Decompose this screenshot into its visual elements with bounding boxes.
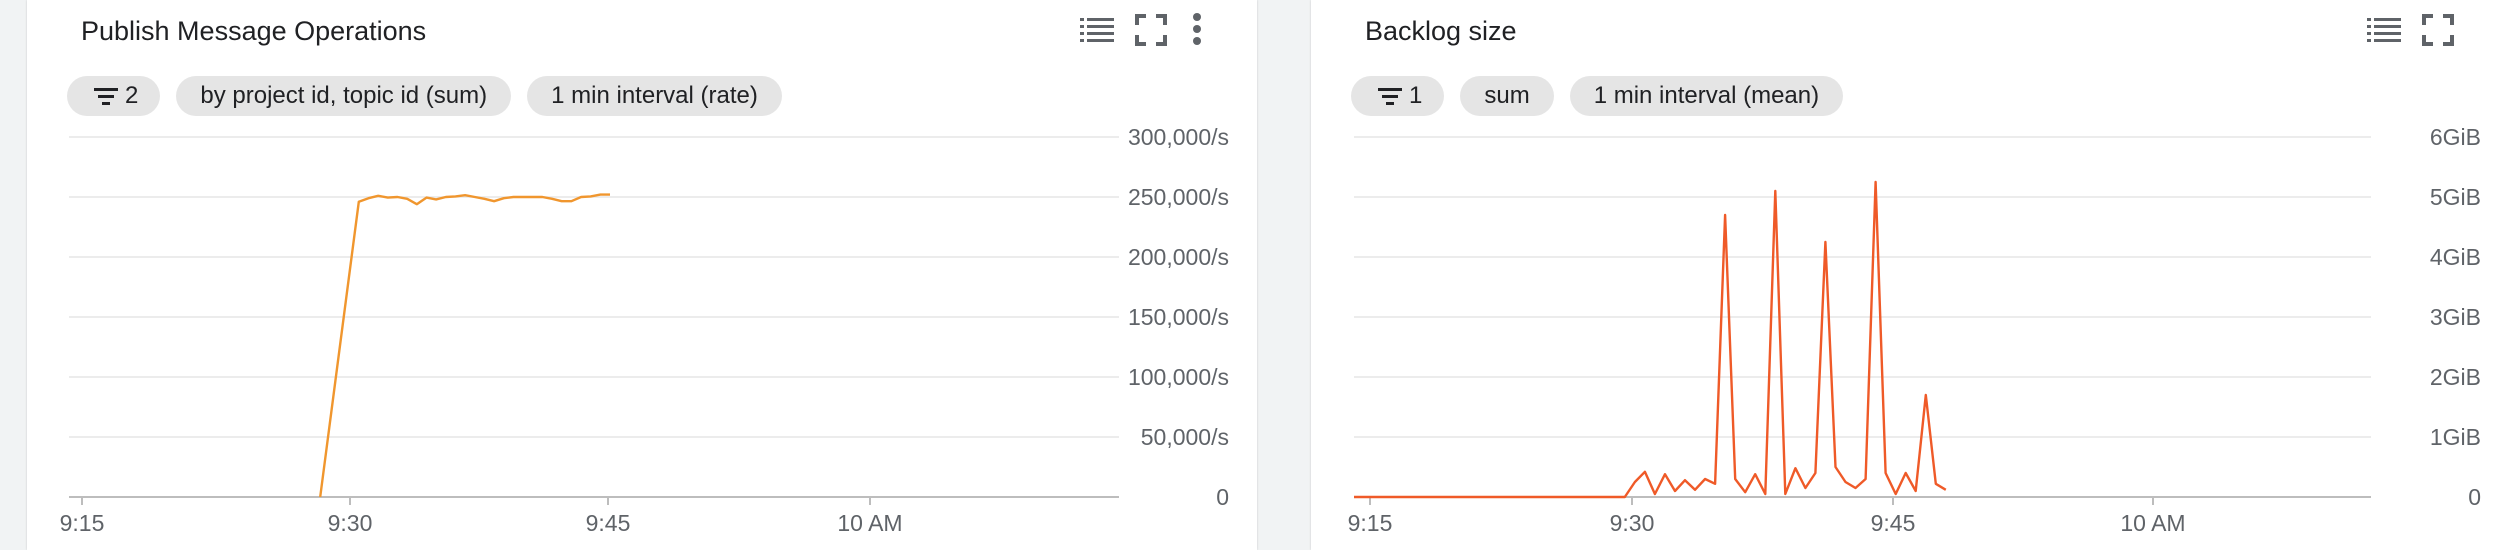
series-line	[1354, 180, 1947, 499]
y-tick-label: 6GiB	[2430, 124, 2481, 150]
chart-plot-area: 0 1GiB 2GiB 3GiB 4GiB 5GiB 6GiB 9:15 9:30 9:45 10 …	[1348, 124, 2481, 536]
chart-card-backlog-size: Backlog size 1 sum 1 min interval (mean)…	[1311, 0, 2508, 550]
y-tick-label: 5GiB	[2430, 184, 2481, 210]
x-tick-label: 9:15	[1348, 510, 1393, 536]
x-tick-label: 9:45	[586, 510, 631, 536]
y-tick-label: 150,000/s	[1128, 304, 1229, 330]
y-tick-label: 250,000/s	[1128, 184, 1229, 210]
x-tick-label: 10 AM	[837, 510, 902, 536]
y-tick-label: 300,000/s	[1128, 124, 1229, 150]
y-tick-label: 50,000/s	[1141, 424, 1229, 450]
y-tick-label: 1GiB	[2430, 424, 2481, 450]
y-tick-label: 4GiB	[2430, 244, 2481, 270]
x-tick-label: 9:45	[1871, 510, 1916, 536]
y-tick-label: 100,000/s	[1128, 364, 1229, 390]
y-tick-label: 0	[1216, 484, 1229, 510]
y-tick-label: 200,000/s	[1128, 244, 1229, 270]
series-line	[319, 193, 610, 498]
chart-card-publish-operations: Publish Message Operations 2 by project …	[27, 0, 1257, 550]
x-tick-label: 9:15	[60, 510, 105, 536]
y-tick-label: 3GiB	[2430, 304, 2481, 330]
x-tick-label: 9:30	[1610, 510, 1655, 536]
y-tick-label: 2GiB	[2430, 364, 2481, 390]
y-tick-label: 0	[2468, 484, 2481, 510]
chart-plot-area: 0 50,000/s 100,000/s 150,000/s 200,000/s 250,…	[60, 124, 1229, 536]
x-tick-label: 10 AM	[2120, 510, 2185, 536]
x-tick-label: 9:30	[328, 510, 373, 536]
